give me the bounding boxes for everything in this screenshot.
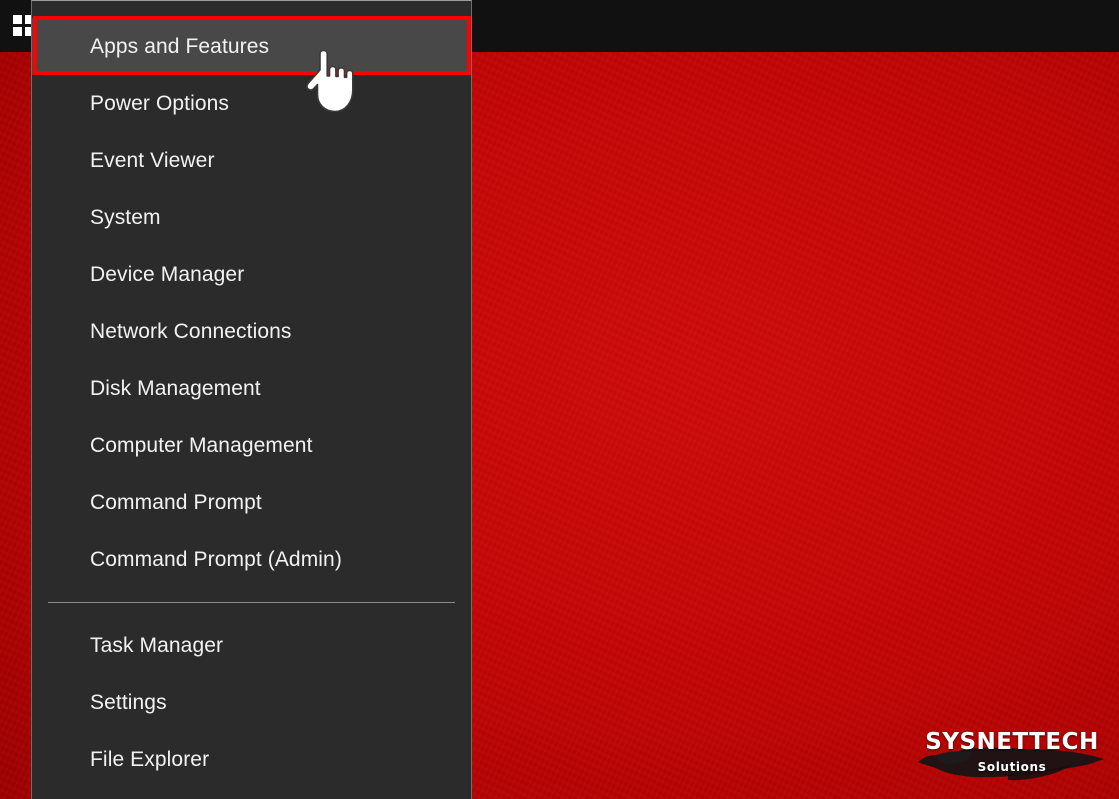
watermark-title: SYSNETTECH [925,729,1099,755]
menu-item-task-manager[interactable]: Task Manager [32,617,471,674]
menu-item-settings[interactable]: Settings [32,674,471,731]
menu-item-command-prompt-admin[interactable]: Command Prompt (Admin) [32,531,471,588]
menu-item-system[interactable]: System [32,189,471,246]
menu-separator [48,602,455,603]
menu-item-command-prompt[interactable]: Command Prompt [32,474,471,531]
menu-item-network-connections[interactable]: Network Connections [32,303,471,360]
watermark-logo: SYSNETTECH Solutions [912,718,1112,788]
menu-group-tools: Task Manager Settings File Explorer Sear… [32,617,471,799]
windows-logo-pane [13,26,23,36]
menu-item-disk-management[interactable]: Disk Management [32,360,471,417]
menu-item-event-viewer[interactable]: Event Viewer [32,132,471,189]
screen: Apps and Features Power Options Event Vi… [0,0,1119,799]
menu-group-system: Apps and Features Power Options Event Vi… [32,18,471,588]
watermark-subtitle: Solutions [977,760,1047,774]
windows-logo-pane [13,15,23,25]
hand-pointer-cursor [303,49,359,114]
menu-item-apps-and-features[interactable]: Apps and Features [32,18,471,75]
menu-item-device-manager[interactable]: Device Manager [32,246,471,303]
menu-item-power-options[interactable]: Power Options [32,75,471,132]
menu-item-computer-management[interactable]: Computer Management [32,417,471,474]
menu-item-file-explorer[interactable]: File Explorer [32,731,471,788]
winx-quick-link-menu: Apps and Features Power Options Event Vi… [31,0,472,799]
menu-item-search[interactable]: Search [32,788,471,799]
